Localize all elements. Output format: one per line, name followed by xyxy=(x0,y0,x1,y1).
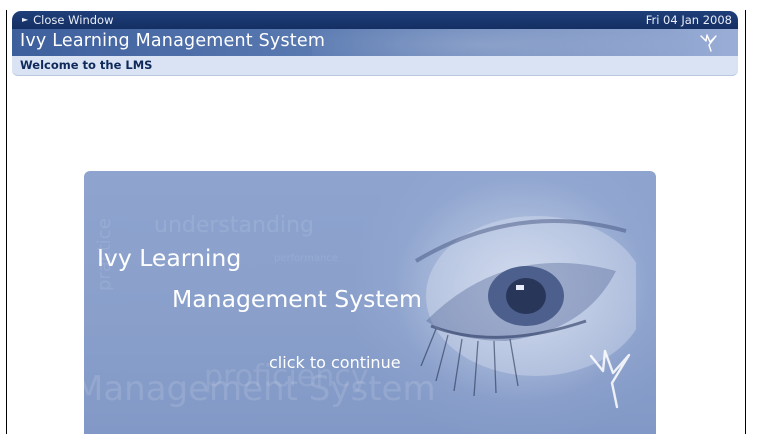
title-band: Ivy Learning Management System xyxy=(12,29,738,56)
splash-banner[interactable]: understanding performance proficiency Ma… xyxy=(84,171,656,434)
top-bar: ► Close Window Fri 04 Jan 2008 xyxy=(12,11,738,29)
splash-title-line1: Ivy Learning xyxy=(97,244,242,272)
arrow-right-icon: ► xyxy=(22,15,29,24)
left-border xyxy=(6,10,7,434)
click-to-continue-link[interactable]: click to continue xyxy=(269,353,401,372)
welcome-label: Welcome to the LMS xyxy=(20,58,153,72)
right-border xyxy=(745,10,746,434)
close-window-link[interactable]: ► Close Window xyxy=(22,11,113,29)
app-title: Ivy Learning Management System xyxy=(20,31,326,51)
current-date: Fri 04 Jan 2008 xyxy=(645,13,732,27)
welcome-strip: Welcome to the LMS xyxy=(12,56,738,76)
watermark-text: Management System xyxy=(84,369,436,409)
ivy-logo-icon xyxy=(700,34,717,52)
splash-title-line2: Management System xyxy=(172,285,422,313)
watermark-text: understanding xyxy=(154,213,314,238)
watermark-text: performance xyxy=(274,253,339,264)
close-window-label: Close Window xyxy=(33,13,114,27)
ivy-logo-large-icon xyxy=(589,349,631,409)
